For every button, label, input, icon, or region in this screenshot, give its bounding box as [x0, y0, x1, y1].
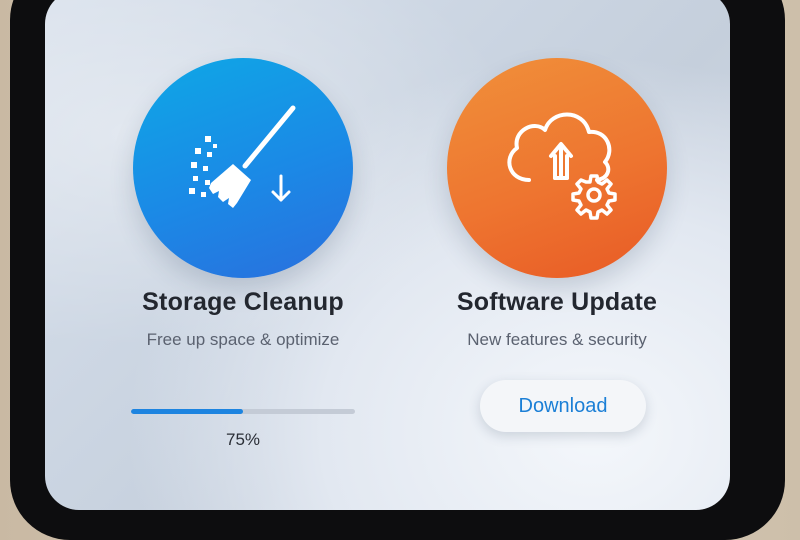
download-button[interactable]: Download	[480, 380, 646, 432]
software-update-title: Software Update	[456, 288, 658, 316]
storage-cleanup-title: Storage Cleanup	[142, 288, 344, 316]
software-update-subtitle: New features & security	[467, 330, 647, 349]
broom-icon	[189, 105, 296, 208]
software-update-card[interactable]: Software Update New features & security …	[385, 0, 715, 510]
phone-screen: Storage Cleanup Free up space & optimize…	[45, 0, 730, 510]
storage-cleanup-icon-circle[interactable]	[133, 58, 353, 278]
storage-progress-fill	[131, 409, 243, 414]
storage-cleanup-subtitle: Free up space & optimize	[146, 330, 340, 349]
software-update-icon-circle[interactable]	[447, 58, 667, 278]
cloud-upload-gear-icon	[507, 112, 617, 220]
storage-progress-label: 75%	[225, 430, 261, 449]
storage-progress-bar	[131, 409, 355, 414]
storage-cleanup-card[interactable]: Storage Cleanup Free up space & optimize…	[45, 0, 375, 510]
